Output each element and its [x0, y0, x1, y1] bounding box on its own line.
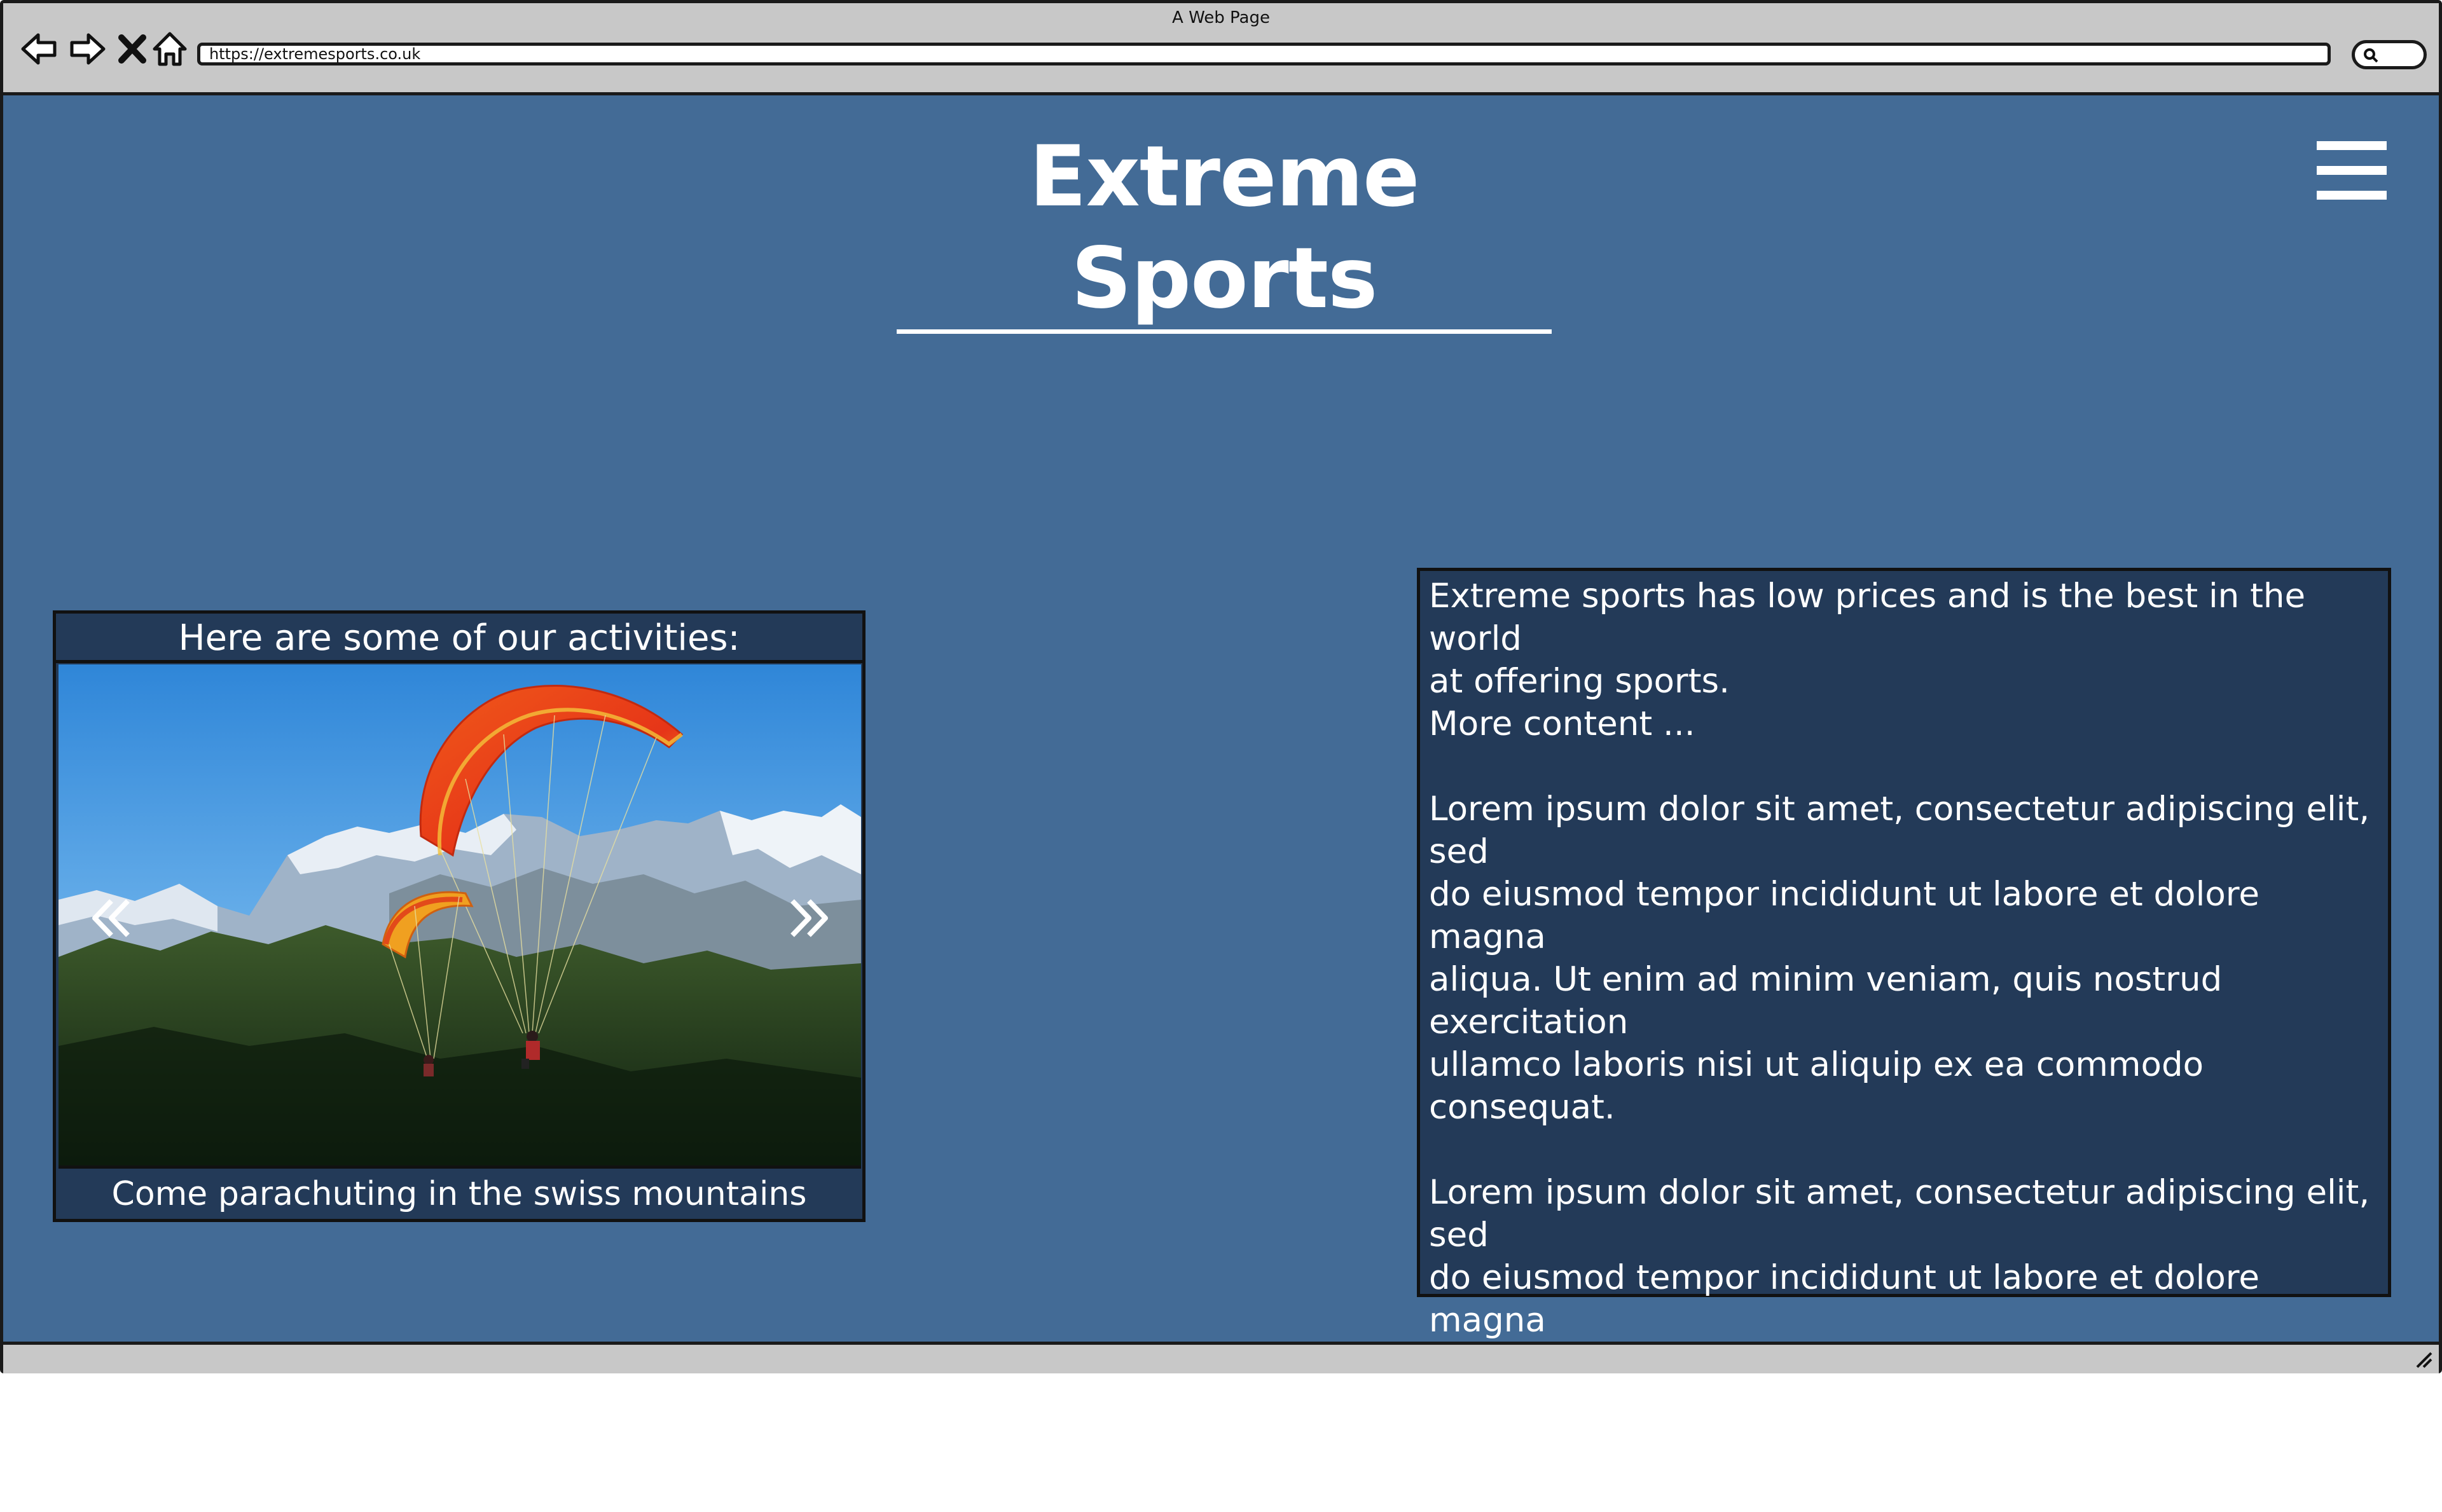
- lorem-line: do eiusmod tempor incididunt ut labore e…: [1429, 1258, 2259, 1340]
- lorem-line: Lorem ipsum dolor sit amet, consectetur …: [1429, 790, 2370, 871]
- lorem-line: aliqua. Ut enim ad minim veniam, quis no…: [1429, 960, 2223, 1041]
- browser-toolbar: A Web Page https://extremesports.co.uk: [3, 3, 2439, 95]
- carousel-caption: Come parachuting in the swiss mountains: [111, 1175, 807, 1213]
- forward-arrow-icon[interactable]: [67, 29, 107, 69]
- carousel-heading: Here are some of our activities:: [56, 614, 862, 663]
- back-arrow-icon[interactable]: [19, 29, 60, 69]
- lorem-line: do eiusmod tempor incididunt ut labore e…: [1429, 875, 2259, 956]
- resize-grip-icon[interactable]: [2412, 1348, 2434, 1370]
- web-page: Extreme Sports Here are some of our acti…: [3, 95, 2439, 1510]
- status-bar: [3, 1342, 2439, 1373]
- address-bar[interactable]: https://extremesports.co.uk: [197, 43, 2331, 65]
- paragliding-photo: [59, 664, 861, 1169]
- close-x-icon[interactable]: [115, 29, 149, 69]
- double-chevron-left-icon: [92, 899, 130, 937]
- site-title-link[interactable]: Extreme Sports: [897, 126, 1552, 334]
- browser-window: A Web Page https://extremesports.co.uk E…: [0, 0, 2442, 1510]
- carousel-prev-button[interactable]: [87, 893, 137, 943]
- window-title: A Web Page: [1172, 8, 1270, 27]
- lorem-line: ullamco laboris nisi ut aliquip ex ea co…: [1429, 1045, 2204, 1127]
- info-panel: Extreme sports has low prices and is the…: [1417, 568, 2391, 1510]
- lorem-line: Lorem ipsum dolor sit amet, consectetur …: [1429, 1173, 2370, 1254]
- double-chevron-right-icon: [790, 899, 828, 937]
- hamburger-menu-icon[interactable]: [2317, 141, 2387, 200]
- home-icon[interactable]: [149, 29, 190, 69]
- search-icon: [2364, 48, 2378, 63]
- activity-carousel: Here are some of our activities: Come pa…: [53, 610, 866, 1222]
- info-more-content: More content ...: [1429, 704, 1695, 743]
- info-intro-line: Extreme sports has low prices and is the…: [1429, 577, 2306, 658]
- lorem-line: ullamco laboris nisi ut aliquip ex ea co…: [1429, 1429, 2204, 1510]
- browser-search-field[interactable]: [2352, 40, 2427, 69]
- carousel-next-button[interactable]: [783, 893, 833, 943]
- info-intro-line: at offering sports.: [1429, 662, 1730, 701]
